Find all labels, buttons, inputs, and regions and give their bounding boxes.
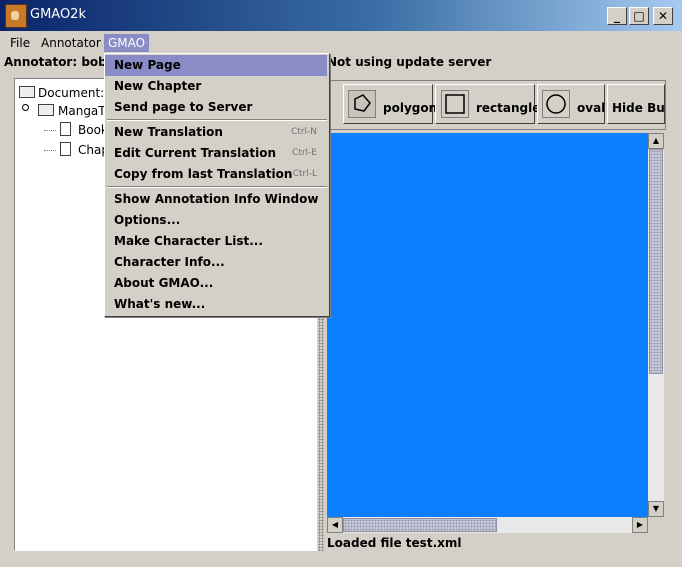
menu-item-new-chapter[interactable]: New Chapter: [105, 76, 327, 97]
scroll-left-icon[interactable]: ◀: [327, 517, 343, 533]
polygon-label: polygon: [383, 101, 438, 115]
folder-icon: [38, 104, 54, 116]
page-icon: [60, 122, 71, 136]
oval-label: oval: [577, 101, 606, 115]
menu-annotator[interactable]: Annotator: [37, 34, 105, 52]
menu-item-edit-translation[interactable]: Edit Current Translation Ctrl-E: [105, 143, 327, 164]
menu-item-new-page[interactable]: New Page: [105, 55, 327, 76]
menu-separator: [107, 186, 327, 188]
rectangle-icon: [441, 90, 469, 118]
menu-item-send-page[interactable]: Send page to Server: [105, 97, 327, 118]
menu-item-make-char-list[interactable]: Make Character List...: [105, 231, 327, 252]
menu-item-show-info[interactable]: Show Annotation Info Window: [105, 189, 327, 210]
scroll-down-icon[interactable]: ▼: [648, 501, 664, 517]
scroll-up-icon[interactable]: ▲: [648, 133, 664, 149]
vertical-scroll-thumb[interactable]: [649, 149, 663, 374]
tree-item-document[interactable]: Document:: [38, 86, 104, 100]
image-canvas[interactable]: [327, 133, 648, 517]
app-icon: [5, 4, 27, 28]
menu-item-options[interactable]: Options...: [105, 210, 327, 231]
menu-item-char-info[interactable]: Character Info...: [105, 252, 327, 273]
scroll-right-icon[interactable]: ▶: [632, 517, 648, 533]
tree-line: [44, 130, 56, 131]
menu-item-label: Edit Current Translation: [114, 146, 277, 160]
menu-file[interactable]: File: [6, 34, 34, 52]
menu-gmao[interactable]: GMAO: [104, 34, 150, 52]
close-button[interactable]: ✕: [653, 7, 673, 25]
shortcut-label: Ctrl-E: [292, 148, 317, 158]
tree-line: [44, 150, 56, 151]
polygon-icon: [348, 90, 376, 118]
page-icon: [60, 142, 71, 156]
menu-item-new-translation[interactable]: New Translation Ctrl-N: [105, 122, 327, 143]
menu-item-about[interactable]: About GMAO...: [105, 273, 327, 294]
title-bar: [0, 0, 682, 31]
menu-item-whats-new[interactable]: What's new...: [105, 294, 327, 315]
status-bar: Loaded file test.xml: [327, 536, 462, 550]
maximize-button[interactable]: □: [629, 7, 649, 25]
menu-separator: [107, 119, 327, 121]
tree-expand-icon[interactable]: [22, 104, 29, 111]
shortcut-label: Ctrl-N: [291, 127, 317, 137]
oval-icon: [542, 90, 570, 118]
minimize-button[interactable]: _: [607, 7, 627, 25]
menu-item-label: Copy from last Translation: [114, 167, 293, 181]
menu-item-label: New Translation: [114, 125, 223, 139]
rectangle-label: rectangle: [476, 101, 541, 115]
hide-bubbles-button[interactable]: Hide Bubl: [607, 84, 665, 124]
server-status: Not using update server: [327, 55, 492, 69]
window-title: GMAO2k: [30, 7, 86, 22]
hide-bubbles-label: Hide Bubl: [612, 101, 665, 115]
horizontal-scroll-thumb[interactable]: [343, 518, 497, 532]
folder-icon: [19, 86, 35, 98]
shortcut-label: Ctrl-L: [292, 169, 317, 179]
tree-item-manga[interactable]: MangaTr: [58, 104, 109, 118]
menu-item-copy-translation[interactable]: Copy from last Translation Ctrl-L: [105, 164, 327, 185]
